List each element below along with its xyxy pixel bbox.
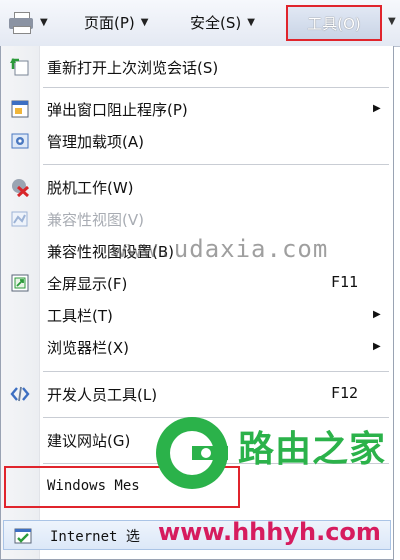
menu-separator: [43, 371, 389, 372]
developer-tools-icon: [10, 386, 30, 402]
chevron-down-icon: ▼: [140, 16, 149, 28]
submenu-arrow-icon: ▶: [373, 103, 381, 114]
menu-item-label: Internet 选: [50, 529, 140, 545]
chevron-down-icon: ▼: [40, 16, 48, 28]
addons-gear-icon: [11, 133, 29, 149]
shortcut-f12: F12: [331, 384, 359, 402]
command-bar: ▼ 页面(P) ▼ 安全(S) ▼ 工具(O) ▼: [0, 0, 400, 47]
printer-icon: [8, 11, 34, 34]
full-screen-icon: [11, 274, 29, 292]
menu-item-label: 弹出窗口阻止程序(P): [47, 101, 188, 119]
menu-item-work-offline[interactable]: 脱机工作(W): [1, 172, 393, 202]
page-menu-label: 页面(P): [84, 13, 135, 32]
watermark-logo: 路由之家: [148, 406, 398, 500]
watermark-logo-text: 路由之家: [238, 429, 387, 470]
offline-icon: [12, 179, 30, 197]
menu-item-label: 管理加载项(A): [47, 133, 144, 151]
tools-menu-button[interactable]: 工具(O): [286, 5, 382, 41]
watermark-url: www.udaxia.com: [112, 235, 329, 263]
watermark-logo-url: www.hhhyh.com: [158, 518, 381, 546]
menu-item-toolbars[interactable]: 工具栏(T) ▶: [1, 300, 393, 330]
popup-window-icon: [11, 100, 29, 118]
reopen-arrow-icon: [10, 58, 29, 76]
menu-separator: [43, 164, 389, 165]
menu-item-reopen-session[interactable]: 重新打开上次浏览会话(S): [1, 52, 393, 82]
print-button[interactable]: ▼: [8, 8, 70, 36]
chevron-down-icon: ▼: [247, 16, 255, 28]
menu-item-popup-blocker[interactable]: 弹出窗口阻止程序(P) ▶: [1, 94, 393, 124]
submenu-arrow-icon: ▶: [373, 309, 381, 320]
router-logo-icon: [156, 417, 228, 489]
chevron-down-icon[interactable]: ▼: [388, 16, 396, 27]
menu-item-label: 脱机工作(W): [47, 179, 134, 197]
menu-item-full-screen[interactable]: 全屏显示(F) F11: [1, 268, 393, 298]
menu-item-developer-tools[interactable]: 开发人员工具(L) F12: [1, 379, 393, 409]
menu-item-label: 兼容性视图(V): [47, 211, 144, 229]
submenu-arrow-icon: ▶: [373, 341, 381, 352]
menu-item-label: 工具栏(T): [47, 307, 113, 325]
menu-item-label: 浏览器栏(X): [47, 339, 129, 357]
menu-item-label: 重新打开上次浏览会话(S): [47, 59, 219, 77]
compatibility-view-icon: [11, 211, 28, 227]
shortcut-f11: F11: [331, 273, 359, 291]
menu-item-compatibility-view[interactable]: 兼容性视图(V): [1, 204, 393, 234]
page-menu-button[interactable]: 页面(P) ▼: [84, 8, 184, 36]
tools-menu-label: 工具(O): [307, 14, 361, 33]
menu-item-label: 开发人员工具(L): [47, 386, 158, 404]
menu-item-label: 建议网站(G): [47, 432, 131, 450]
menu-item-explorer-bars[interactable]: 浏览器栏(X) ▶: [1, 332, 393, 362]
safety-menu-button[interactable]: 安全(S) ▼: [190, 8, 282, 36]
menu-item-label: 全屏显示(F): [47, 275, 128, 293]
menu-separator: [43, 87, 389, 88]
menu-item-manage-addons[interactable]: 管理加载项(A): [1, 126, 393, 156]
internet-options-icon: [14, 528, 32, 544]
safety-menu-label: 安全(S): [190, 13, 242, 32]
